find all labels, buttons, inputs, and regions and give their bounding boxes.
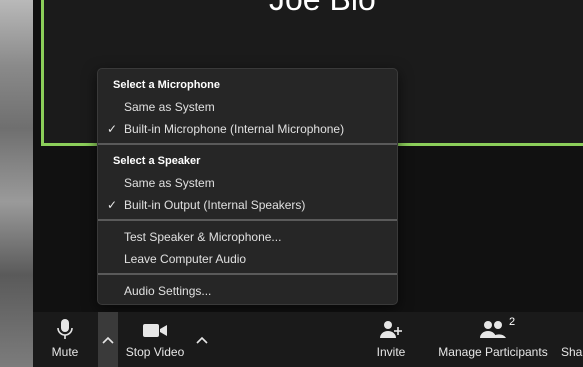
menu-item-test-speaker-microphone[interactable]: Test Speaker & Microphone...: [98, 227, 397, 247]
menu-item-label: Same as System: [124, 100, 215, 114]
menu-item-label: Audio Settings...: [124, 284, 212, 298]
people-icon: [480, 321, 506, 338]
add-person-icon: [380, 321, 402, 338]
menu-item-label: Same as System: [124, 176, 215, 190]
manage-participants-label: Manage Participants: [438, 345, 548, 359]
manage-participants-button[interactable]: 2 Manage Participants: [433, 312, 553, 367]
speaker-section-header: Select a Speaker: [113, 155, 201, 167]
meeting-toolbar: Mute Stop Video Invite 2 Manage Particip…: [33, 312, 583, 367]
audio-options-menu: Select a Microphone Same as System ✓ Bui…: [97, 68, 398, 305]
menu-item-audio-settings[interactable]: Audio Settings...: [98, 281, 397, 301]
menu-item-label: Built-in Microphone (Internal Microphone…: [124, 122, 345, 136]
stop-video-label: Stop Video: [125, 345, 185, 359]
menu-divider: [98, 219, 397, 221]
menu-item-leave-computer-audio[interactable]: Leave Computer Audio: [98, 249, 397, 269]
menu-divider: [98, 143, 397, 145]
participant-name: Joe Bio: [269, 0, 376, 18]
menu-item-mic-same-as-system[interactable]: Same as System: [98, 97, 397, 117]
share-screen-button[interactable]: Sha: [561, 312, 583, 367]
menu-item-builtin-output[interactable]: ✓ Built-in Output (Internal Speakers): [98, 195, 397, 215]
chevron-up-icon: [102, 336, 114, 344]
audio-options-caret-button[interactable]: [98, 312, 118, 367]
checkmark-icon: ✓: [107, 122, 118, 136]
menu-divider: [98, 273, 397, 275]
video-options-caret-button[interactable]: [192, 312, 212, 367]
checkmark-icon: ✓: [107, 198, 118, 212]
invite-button[interactable]: Invite: [369, 312, 413, 367]
invite-label: Invite: [376, 345, 406, 359]
video-camera-icon: [143, 324, 167, 337]
chevron-up-icon: [196, 336, 208, 344]
menu-item-label: Leave Computer Audio: [124, 252, 247, 266]
stop-video-button[interactable]: Stop Video: [121, 312, 189, 367]
desktop-background: [0, 0, 33, 367]
mute-label: Mute: [51, 345, 79, 359]
share-label: Sha: [561, 345, 583, 359]
microphone-section-header: Select a Microphone: [113, 79, 220, 91]
microphone-icon: [57, 319, 73, 339]
menu-item-speaker-same-as-system[interactable]: Same as System: [98, 173, 397, 193]
menu-item-builtin-microphone[interactable]: ✓ Built-in Microphone (Internal Micropho…: [98, 119, 397, 139]
mute-button[interactable]: Mute: [43, 312, 87, 367]
menu-item-label: Built-in Output (Internal Speakers): [124, 198, 306, 212]
zoom-meeting-screen: Joe Bio Select a Microphone Same as Syst…: [0, 0, 583, 367]
participants-count-badge: 2: [509, 316, 516, 328]
menu-item-label: Test Speaker & Microphone...: [124, 230, 282, 244]
